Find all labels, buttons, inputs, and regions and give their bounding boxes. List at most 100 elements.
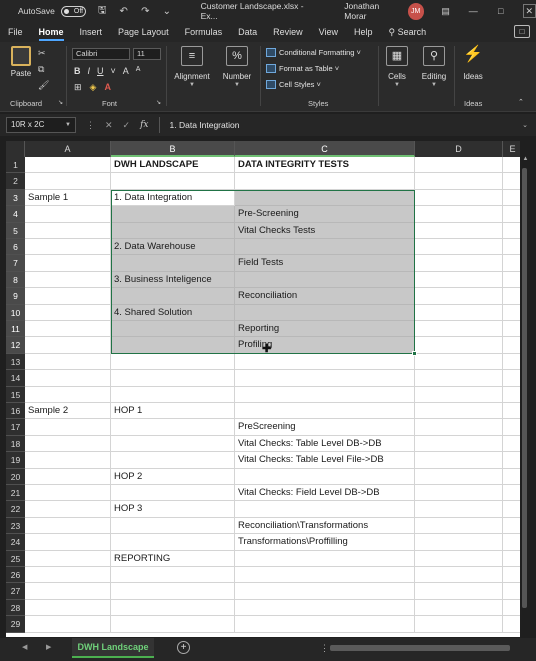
cell-b5[interactable] (111, 222, 235, 239)
formula-input[interactable]: 1. Data Integration (158, 117, 523, 133)
row-header[interactable]: 24 (6, 534, 25, 551)
cancel-icon[interactable]: ✕ (105, 120, 113, 131)
cell-d5[interactable] (415, 222, 503, 239)
scroll-up-icon[interactable]: ▲ (522, 156, 529, 162)
cell-a10[interactable] (25, 304, 111, 321)
cell-c8[interactable] (235, 271, 415, 289)
conditional-formatting-button[interactable]: Conditional Formatting ˅ (266, 48, 361, 57)
row-header[interactable]: 27 (6, 583, 25, 600)
cut-icon[interactable]: ✂ (38, 48, 46, 59)
tab-review[interactable]: Review (265, 22, 311, 42)
cell-b6[interactable]: 2. Data Warehouse (111, 239, 235, 256)
cell-b21[interactable] (111, 485, 235, 502)
cells-button[interactable]: ▦ Cells ▼ (384, 46, 410, 88)
tab-data[interactable]: Data (230, 22, 265, 42)
cell-a15[interactable] (25, 386, 111, 403)
cell-e18[interactable] (503, 436, 520, 453)
cell-b22[interactable]: HOP 3 (111, 501, 235, 518)
cell-b24[interactable] (111, 534, 235, 551)
horizontal-scrollbar[interactable] (330, 645, 510, 651)
cell-d7[interactable] (415, 255, 503, 272)
cell-b29[interactable] (111, 616, 235, 633)
cell-c23[interactable]: Reconciliation\Transformations (235, 517, 415, 535)
row-header[interactable]: 8 (6, 271, 25, 289)
row-header[interactable]: 7 (6, 255, 25, 272)
cell-a23[interactable] (25, 517, 111, 535)
cell-c11[interactable]: Reporting (235, 321, 415, 338)
cell-b1[interactable]: DWH LANDSCAPE (111, 157, 235, 174)
fill-color-icon[interactable]: ◈ (90, 82, 97, 93)
cell-d16[interactable] (415, 403, 503, 420)
cell-d18[interactable] (415, 435, 503, 453)
cell-d13[interactable] (415, 353, 503, 371)
cell-b19[interactable] (111, 452, 235, 469)
cell-e19[interactable] (503, 452, 520, 469)
cell-d27[interactable] (415, 583, 503, 600)
cell-e29[interactable] (503, 616, 520, 633)
cell-b26[interactable] (111, 567, 235, 584)
cell-c29[interactable] (235, 616, 415, 633)
copy-icon[interactable]: ⧉ (38, 64, 44, 75)
cell-b27[interactable] (111, 583, 235, 600)
cell-b16[interactable]: HOP 1 (111, 403, 235, 420)
tab-search[interactable]: ⚲ Search (381, 22, 435, 42)
italic-button[interactable]: I (88, 66, 91, 76)
cell-b4[interactable] (111, 206, 235, 223)
paste-button[interactable]: Paste (8, 46, 34, 78)
cell-a25[interactable] (25, 550, 111, 567)
row-header[interactable]: 25 (6, 550, 25, 567)
prev-sheet-icon[interactable]: ◀ (22, 643, 27, 651)
font-size-box[interactable]: 11 (133, 48, 161, 60)
cell-a29[interactable] (25, 616, 111, 633)
cell-e23[interactable] (503, 518, 520, 535)
close-icon[interactable]: ✕ (522, 4, 536, 18)
row-header[interactable]: 20 (6, 468, 25, 485)
row-header[interactable]: 16 (6, 403, 25, 420)
cell-b15[interactable] (111, 386, 235, 403)
cell-d6[interactable] (415, 239, 503, 256)
cell-e20[interactable] (503, 469, 520, 485)
cell-b8[interactable]: 3. Business Inteligence (111, 271, 235, 289)
cell-a28[interactable] (25, 599, 111, 617)
row-header[interactable]: 3 (6, 189, 25, 207)
cell-c5[interactable]: Vital Checks Tests (235, 222, 415, 239)
cell-c3[interactable] (235, 189, 415, 207)
cell-d14[interactable] (415, 370, 503, 387)
cell-a1[interactable] (25, 157, 111, 174)
cell-b18[interactable] (111, 435, 235, 453)
cell-a6[interactable] (25, 239, 111, 256)
cell-e15[interactable] (503, 387, 520, 403)
cell-c9[interactable]: Reconciliation (235, 288, 415, 305)
alignment-button[interactable]: ≡ Alignment ▼ (172, 46, 212, 88)
cell-d26[interactable] (415, 567, 503, 584)
cell-d19[interactable] (415, 452, 503, 469)
decrease-font-button[interactable]: A (136, 66, 141, 76)
row-header[interactable]: 13 (6, 353, 25, 371)
row-header[interactable]: 23 (6, 517, 25, 535)
vertical-scrollbar[interactable]: ▲ (522, 156, 529, 626)
select-all-corner[interactable] (6, 141, 25, 157)
cell-e21[interactable] (503, 485, 520, 502)
more-options-icon[interactable]: ⋮ (86, 120, 95, 131)
cell-d21[interactable] (415, 485, 503, 502)
cell-c20[interactable] (235, 468, 415, 485)
cell-e25[interactable] (503, 551, 520, 567)
cell-e13[interactable] (503, 354, 520, 371)
worksheet-grid[interactable]: A B C D E 1 DWH LANDSCAPE DATA INTEGRITY T… (6, 141, 520, 637)
cell-d22[interactable] (415, 501, 503, 518)
cell-d15[interactable] (415, 386, 503, 403)
cell-c1[interactable]: DATA INTEGRITY TESTS (235, 157, 415, 174)
row-header[interactable]: 18 (6, 435, 25, 453)
tab-formulas[interactable]: Formulas (177, 22, 231, 42)
cell-e4[interactable] (503, 206, 520, 223)
cell-e3[interactable] (503, 190, 520, 207)
cell-e16[interactable] (503, 403, 520, 420)
font-name-box[interactable]: Calibri (72, 48, 130, 60)
cell-c16[interactable] (235, 403, 415, 420)
number-button[interactable]: % Number ▼ (218, 46, 256, 88)
cell-d12[interactable] (415, 337, 503, 354)
cell-a4[interactable] (25, 206, 111, 223)
cell-d24[interactable] (415, 534, 503, 551)
cell-a21[interactable] (25, 485, 111, 502)
cell-a5[interactable] (25, 222, 111, 239)
